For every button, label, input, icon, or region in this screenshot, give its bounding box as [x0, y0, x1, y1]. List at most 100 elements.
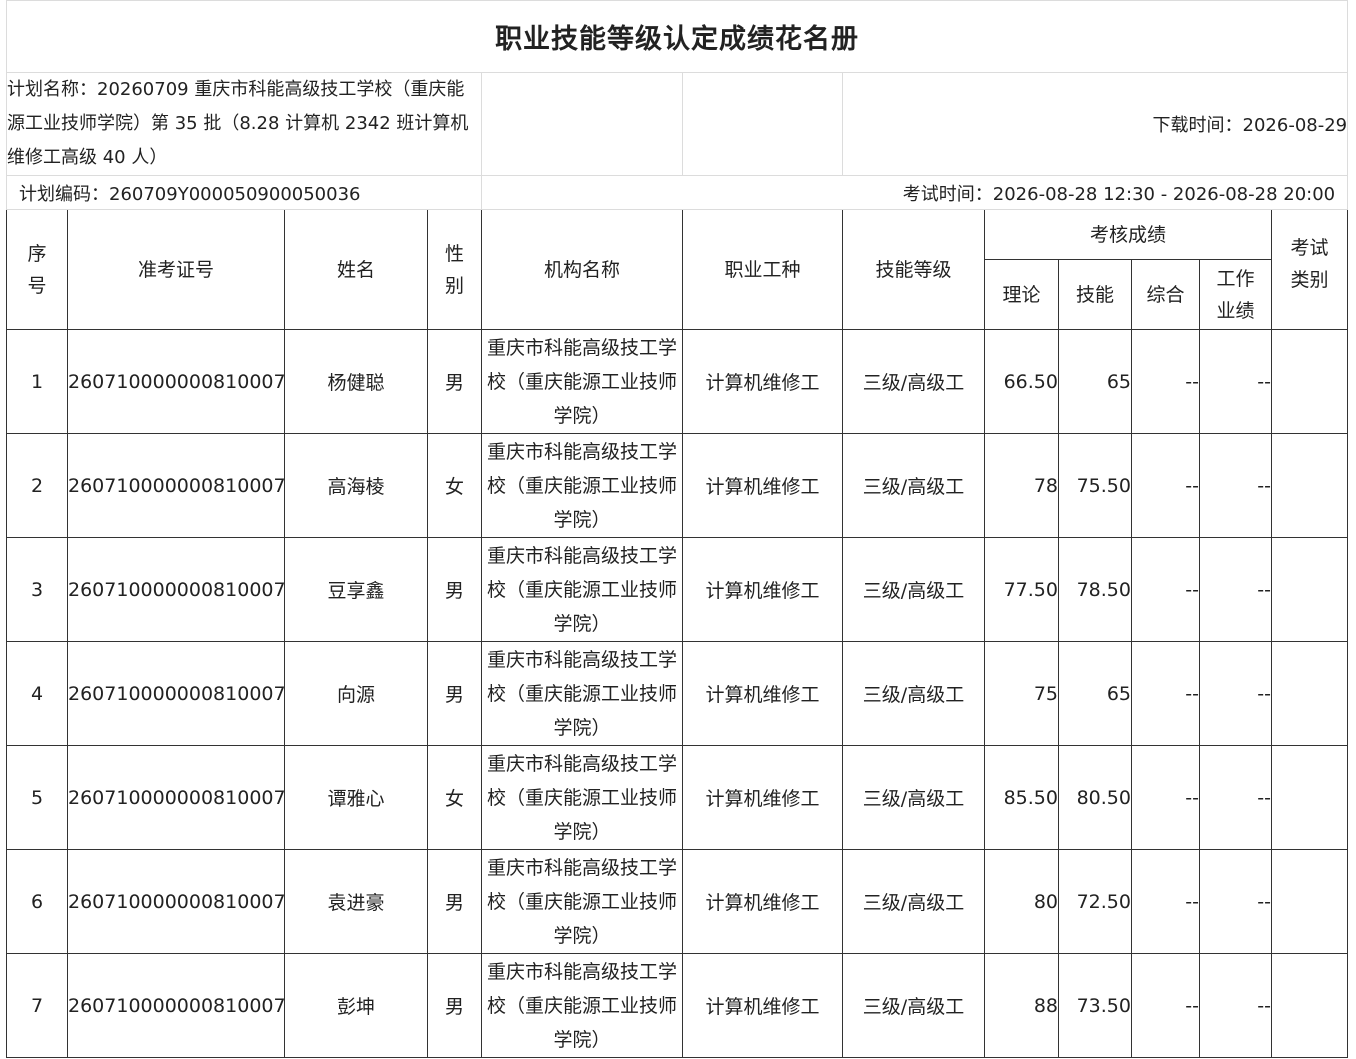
row-gender: 男: [427, 953, 482, 1058]
row-org: 重庆市科能高级技工学校（重庆能源工业技师学院）: [481, 745, 683, 850]
row-gender: 女: [427, 433, 482, 538]
table-row: 5 2607100000008100074 谭雅心女重庆市科能高级技工学校（重庆能源…: [6, 745, 1349, 850]
row-comprehensive: --: [1131, 641, 1200, 746]
header-occupation: 职业工种: [682, 209, 843, 330]
header-name: 姓名: [284, 209, 428, 330]
row-performance: --: [1199, 329, 1272, 434]
row-exam-type: [1270, 329, 1349, 434]
row-level: 三级/高级工: [842, 537, 985, 642]
row-ticket: 2607100000008100074: [67, 745, 285, 850]
row-theory: 66.50: [984, 329, 1059, 434]
row-org: 重庆市科能高级技工学校（重庆能源工业技师学院）: [481, 641, 683, 746]
table-row: 3 2607100000008100072 豆享鑫男重庆市科能高级技工学校（重庆能源…: [6, 537, 1349, 642]
row-gender: 男: [427, 641, 482, 746]
row-exam-type: [1270, 849, 1349, 954]
row-comprehensive: --: [1131, 745, 1200, 850]
row-org: 重庆市科能高级技工学校（重庆能源工业技师学院）: [481, 953, 683, 1058]
row-gender: 男: [427, 849, 482, 954]
row-theory: 85.50: [984, 745, 1059, 850]
row-ticket: 2607100000008100070: [67, 329, 285, 434]
row-gender: 女: [427, 745, 482, 850]
row-comprehensive: --: [1131, 433, 1200, 538]
plan-code: 计划编码：260709Y000050900050036: [6, 175, 482, 210]
row-name: 豆享鑫: [284, 537, 428, 642]
row-theory: 80: [984, 849, 1059, 954]
row-exam-type: [1270, 745, 1349, 850]
row-seq: 4: [6, 641, 68, 746]
row-skill: 78.50: [1058, 537, 1132, 642]
row-skill: 72.50: [1058, 849, 1132, 954]
roster-sheet: 职业技能等级认定成绩花名册 计划名称：20260709 重庆市科能高级技工学校（…: [5, 0, 1349, 1058]
row-skill: 75.50: [1058, 433, 1132, 538]
table-row: 7 2607100000008100076 彭坤男重庆市科能高级技工学校（重庆能源工…: [6, 953, 1349, 1058]
header-comprehensive: 综合: [1131, 259, 1200, 330]
row-org: 重庆市科能高级技工学校（重庆能源工业技师学院）: [481, 537, 683, 642]
row-occupation: 计算机维修工: [682, 849, 843, 954]
row-exam-type: [1270, 537, 1349, 642]
row-ticket: 2607100000008100075: [67, 849, 285, 954]
row-ticket: 2607100000008100073: [67, 641, 285, 746]
row-seq: 6: [6, 849, 68, 954]
row-occupation: 计算机维修工: [682, 953, 843, 1058]
row-seq: 7: [6, 953, 68, 1058]
row-exam-type: [1270, 433, 1349, 538]
row-name: 袁进豪: [284, 849, 428, 954]
row-comprehensive: --: [1131, 849, 1200, 954]
row-level: 三级/高级工: [842, 953, 985, 1058]
header-theory: 理论: [984, 259, 1059, 330]
row-occupation: 计算机维修工: [682, 745, 843, 850]
header-exam-type: 考试类别: [1270, 209, 1349, 330]
row-occupation: 计算机维修工: [682, 537, 843, 642]
row-level: 三级/高级工: [842, 849, 985, 954]
table-row: 2 2607100000008100071 高海棱女重庆市科能高级技工学校（重庆能源…: [6, 433, 1349, 538]
page-title: 职业技能等级认定成绩花名册: [5, 0, 1349, 73]
row-level: 三级/高级工: [842, 641, 985, 746]
header-performance: 工作业绩: [1199, 259, 1272, 330]
row-name: 向源: [284, 641, 428, 746]
row-skill: 80.50: [1058, 745, 1132, 850]
row-performance: --: [1199, 433, 1272, 538]
row-seq: 1: [6, 329, 68, 434]
row-performance: --: [1199, 745, 1272, 850]
row-org: 重庆市科能高级技工学校（重庆能源工业技师学院）: [481, 433, 683, 538]
row-seq: 5: [6, 745, 68, 850]
row-performance: --: [1199, 849, 1272, 954]
row-org: 重庆市科能高级技工学校（重庆能源工业技师学院）: [481, 329, 683, 434]
header-seq: 序号: [6, 209, 68, 330]
row-level: 三级/高级工: [842, 745, 985, 850]
row-seq: 2: [6, 433, 68, 538]
row-occupation: 计算机维修工: [682, 641, 843, 746]
row-ticket: 2607100000008100071: [67, 433, 285, 538]
table-row: 6 2607100000008100075 袁进豪男重庆市科能高级技工学校（重庆能源…: [6, 849, 1349, 954]
row-level: 三级/高级工: [842, 329, 985, 434]
row-performance: --: [1199, 641, 1272, 746]
row-theory: 88: [984, 953, 1059, 1058]
roster-table: 职业技能等级认定成绩花名册 计划名称：20260709 重庆市科能高级技工学校（…: [5, 0, 1349, 1058]
plan-name: 计划名称：20260709 重庆市科能高级技工学校（重庆能源工业技师学院）第 3…: [6, 72, 482, 176]
row-gender: 男: [427, 329, 482, 434]
row-occupation: 计算机维修工: [682, 329, 843, 434]
row-comprehensive: --: [1131, 329, 1200, 434]
row-name: 谭雅心: [284, 745, 428, 850]
row-skill: 65: [1058, 329, 1132, 434]
row-level: 三级/高级工: [842, 433, 985, 538]
row-seq: 3: [6, 537, 68, 642]
header-gender: 性别: [427, 209, 482, 330]
empty-info-cell: [481, 72, 683, 176]
table-row: 4 2607100000008100073 向源男重庆市科能高级技工学校（重庆能源工…: [6, 641, 1349, 746]
table-row: 1 2607100000008100070 杨健聪男重庆市科能高级技工学校（重庆能源…: [6, 329, 1349, 434]
header-skill: 技能: [1058, 259, 1132, 330]
row-name: 彭坤: [284, 953, 428, 1058]
row-gender: 男: [427, 537, 482, 642]
row-org: 重庆市科能高级技工学校（重庆能源工业技师学院）: [481, 849, 683, 954]
row-comprehensive: --: [1131, 537, 1200, 642]
row-occupation: 计算机维修工: [682, 433, 843, 538]
row-exam-type: [1270, 953, 1349, 1058]
row-name: 高海棱: [284, 433, 428, 538]
header-org: 机构名称: [481, 209, 683, 330]
row-name: 杨健聪: [284, 329, 428, 434]
header-scores: 考核成绩: [984, 209, 1272, 260]
row-exam-type: [1270, 641, 1349, 746]
header-ticket: 准考证号: [67, 209, 285, 330]
download-time: 下载时间：2026-08-29: [841, 72, 1349, 176]
